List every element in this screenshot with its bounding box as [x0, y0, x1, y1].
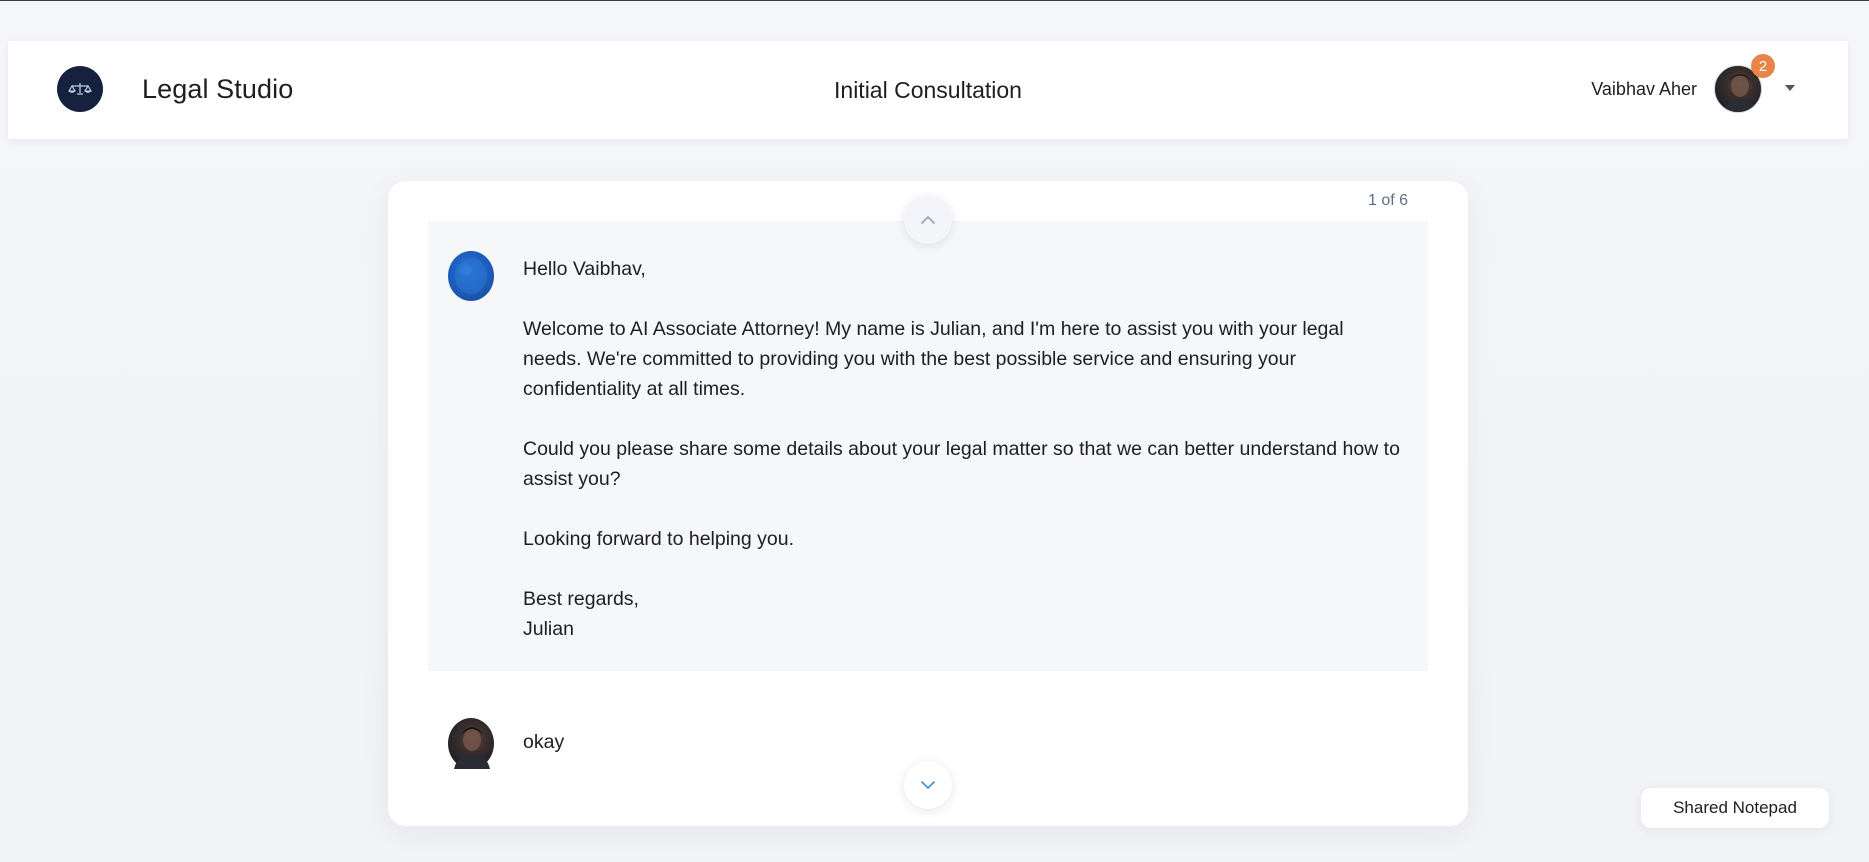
ai-message: Hello Vaibhav, Welcome to AI Associate A…: [428, 221, 1428, 671]
app-header: Legal Studio Initial Consultation Vaibha…: [8, 41, 1848, 139]
chevron-down-icon[interactable]: [1785, 85, 1795, 91]
user-name[interactable]: Vaibhav Aher: [1591, 79, 1697, 100]
message-counter: 1 of 6: [1367, 192, 1408, 209]
page-title: Initial Consultation: [834, 77, 1022, 103]
avatar: [448, 718, 494, 769]
chevron-up-icon: [921, 216, 935, 224]
ai-message-text: Hello Vaibhav, Welcome to AI Associate A…: [523, 258, 1400, 640]
shared-notepad-button[interactable]: Shared Notepad: [1641, 788, 1829, 828]
ai-avatar: [448, 251, 494, 301]
chevron-down-icon: [921, 781, 935, 789]
chat-card: 1 of 6 Hello Vaibhav, Welcome to AI Asso…: [388, 181, 1468, 826]
scroll-up-button[interactable]: [904, 196, 952, 244]
user-message-text: okay: [523, 731, 565, 753]
window-top-border: [0, 0, 1869, 1]
user-avatar-button[interactable]: 2: [1714, 54, 1775, 113]
scroll-down-button[interactable]: [904, 761, 952, 809]
notification-badge[interactable]: 2: [1751, 54, 1775, 78]
